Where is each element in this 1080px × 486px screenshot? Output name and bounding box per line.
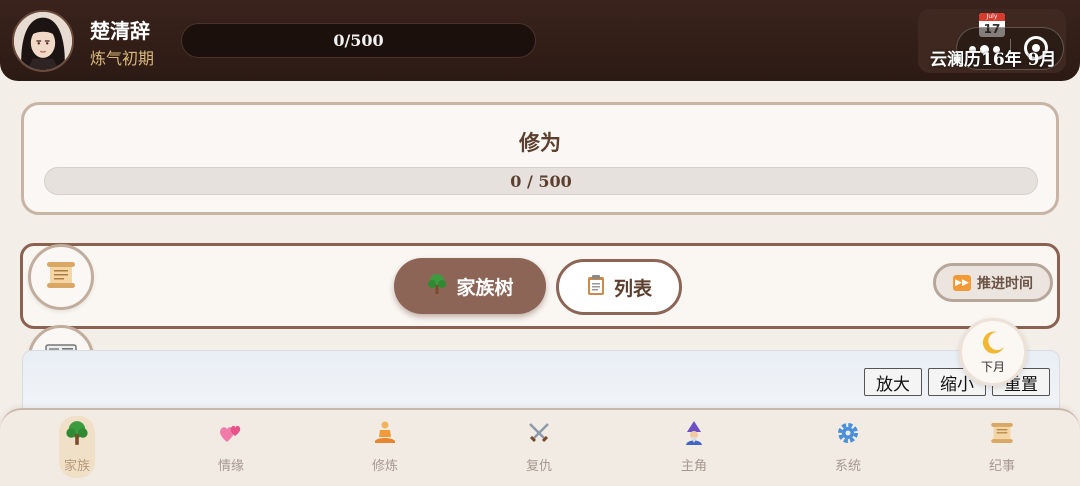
hearts-icon [218, 420, 244, 453]
mage-icon [681, 420, 707, 453]
nav-item-system[interactable]: 系统 [818, 416, 878, 478]
chronicle-scroll-button[interactable] [28, 244, 94, 310]
fast-forward-icon: ▶▶ [953, 274, 971, 291]
cultivation-card: 修为 0 / 500 [21, 102, 1059, 215]
player-name: 楚清辞 [90, 19, 150, 43]
scroll-icon [44, 260, 78, 294]
advance-time-button[interactable]: ▶▶ 推进时间 [933, 263, 1053, 302]
next-month-button[interactable]: 下月 [959, 318, 1027, 386]
meditation-icon [372, 420, 398, 453]
tab-family-tree-label: 家族树 [456, 276, 514, 299]
tab-list-label: 列表 [613, 277, 652, 300]
cultivation-title: 修为 [519, 131, 561, 155]
calendar-date: 云澜历16年 9月 [930, 45, 1056, 70]
nav-label-cultivate: 修炼 [371, 459, 398, 474]
nav-item-romance[interactable]: 情缘 [201, 416, 261, 478]
cultivation-progress-bar: 0 / 500 [44, 167, 1038, 195]
calendar-icon-month: July [979, 13, 1005, 21]
nav-item-chronicle[interactable]: 纪事 [972, 416, 1032, 478]
calendar-year-month: 16年 9月 [981, 50, 1057, 70]
nav-label-revenge: 复仇 [525, 459, 552, 474]
nav-item-cultivate[interactable]: 修炼 [355, 416, 415, 478]
experience-text: 0/500 [333, 31, 384, 50]
scroll-icon [989, 420, 1015, 453]
experience-bar: 0/500 [181, 23, 536, 58]
nav-label-romance: 情缘 [217, 459, 244, 474]
gear-icon [835, 420, 861, 453]
nav-item-revenge[interactable]: 复仇 [509, 416, 569, 478]
nav-item-family[interactable]: 家族 [59, 416, 95, 478]
tree-icon [426, 273, 448, 300]
tab-family-tree[interactable]: 家族树 [394, 258, 546, 314]
avatar-portrait [14, 12, 72, 70]
cultivation-progress-text: 0 / 500 [510, 171, 572, 191]
nav-item-protagonist[interactable]: 主角 [664, 416, 724, 478]
player-realm: 炼气初期 [90, 49, 155, 68]
nav-label-system: 系统 [834, 459, 861, 474]
moon-icon [979, 329, 1007, 360]
zoom-in-button[interactable]: 放大 [864, 368, 922, 396]
next-month-label: 下月 [980, 360, 1005, 374]
calendar-era: 云澜历 [930, 50, 981, 70]
player-avatar[interactable] [12, 10, 74, 72]
nav-label-family: 家族 [63, 459, 90, 474]
clipboard-icon [586, 274, 606, 301]
advance-time-label: 推进时间 [977, 275, 1033, 292]
tab-list[interactable]: 列表 [556, 259, 682, 315]
tree-icon [64, 420, 90, 453]
nav-label-chronicle: 纪事 [988, 459, 1015, 474]
crossed-swords-icon [526, 420, 552, 453]
nav-label-protagonist: 主角 [680, 459, 707, 474]
